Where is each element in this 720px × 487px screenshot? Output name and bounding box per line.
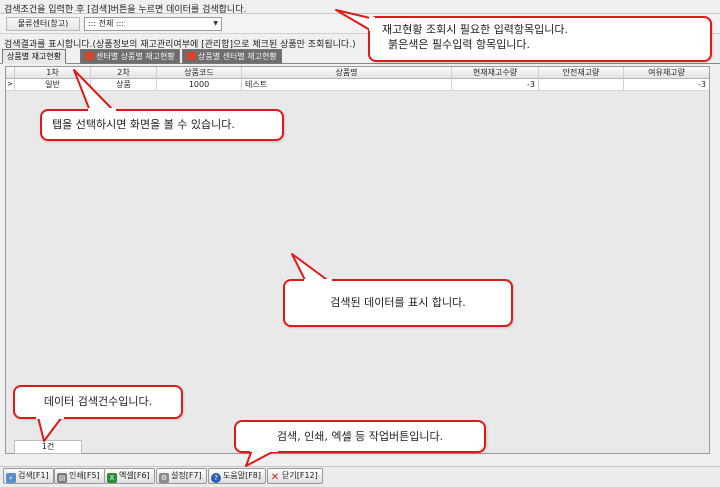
help-button-label: 도움말[F8] xyxy=(223,471,262,480)
gear-icon: ⚙ xyxy=(159,473,169,483)
header-indicator xyxy=(6,67,15,79)
callout-count: 데이터 검색건수입니다. xyxy=(13,385,183,419)
callout-text: 검색된 데이터를 표시 합니다. xyxy=(330,296,466,309)
row-indicator-icon: > xyxy=(6,79,15,91)
tab-product-center-stock[interactable]: 상품별 센터별 재고현황 xyxy=(182,49,282,64)
callout-text: 재고현황 조회시 필요한 입력항목입니다. xyxy=(382,23,569,36)
print-button[interactable]: ▤ 인쇄[F5] xyxy=(54,468,105,484)
chevron-down-icon: ▼ xyxy=(213,20,218,27)
table-icon xyxy=(85,52,94,60)
callout-text: 붉은색은 필수입력 항목입니다. xyxy=(388,38,531,51)
callout-pointer xyxy=(335,9,375,31)
callout-pointer xyxy=(36,415,64,442)
help-icon: ? xyxy=(211,473,221,483)
help-button[interactable]: ? 도움말[F8] xyxy=(208,468,267,484)
close-button-label: 닫기[F12] xyxy=(282,471,318,480)
callout-text: 데이터 검색건수입니다. xyxy=(43,395,153,408)
callout-pointer xyxy=(73,69,116,116)
settings-button[interactable]: ⚙ 설정[F7] xyxy=(156,468,207,484)
cell-product-code: 1000 xyxy=(157,79,242,91)
tab-label: 상품별 센터별 재고현황 xyxy=(198,52,277,61)
search-button[interactable]: ⌕ 검색[F1] xyxy=(3,468,54,484)
excel-button-label: 엑셀[F6] xyxy=(119,471,150,480)
tab-label: 센터별 상품별 재고현황 xyxy=(96,52,175,61)
settings-button-label: 설정[F7] xyxy=(171,471,202,480)
excel-button[interactable]: X 엑셀[F6] xyxy=(104,468,155,484)
excel-icon: X xyxy=(107,473,117,483)
printer-icon: ▤ xyxy=(57,473,67,483)
search-icon: ⌕ xyxy=(6,473,16,483)
callout-pointer xyxy=(291,253,332,287)
cell-safety-stock xyxy=(539,79,624,91)
cell-spare-stock: -3 xyxy=(698,80,706,89)
center-label: 물류센터(창고) xyxy=(6,17,80,31)
cell-product-name: 테스트 xyxy=(242,79,452,91)
callout-text: 검색, 인쇄, 엑셀 등 작업버튼입니다. xyxy=(276,430,444,443)
column-header[interactable]: 상품코드 xyxy=(157,67,242,79)
table-icon xyxy=(187,52,196,60)
tab-label: 상품별 재고현황 xyxy=(7,52,62,61)
column-header[interactable]: 상품명 xyxy=(242,67,452,79)
center-select-value: ::: 전체 ::: xyxy=(88,19,124,28)
column-header[interactable]: 안전재고량 xyxy=(539,67,624,79)
callout-text: 탭을 선택하시면 화면을 볼 수 있습니다. xyxy=(52,118,235,131)
tab-product-stock[interactable]: 상품별 재고현황 xyxy=(2,49,67,64)
center-select[interactable]: ::: 전체 ::: ▼ xyxy=(84,17,222,31)
tab-center-product-stock[interactable]: 센터별 상품별 재고현황 xyxy=(80,49,180,64)
column-header[interactable]: 현재재고수량 xyxy=(452,67,539,79)
print-button-label: 인쇄[F5] xyxy=(69,471,100,480)
cell-current-stock: -3 xyxy=(452,79,539,91)
callout-input-fields: 재고현황 조회시 필요한 입력항목입니다. 붉은색은 필수입력 항목입니다. xyxy=(368,16,712,62)
close-icon: ✕ xyxy=(270,472,280,483)
close-button[interactable]: ✕ 닫기[F12] xyxy=(267,468,323,484)
column-header[interactable]: 여유재고량 xyxy=(624,67,709,79)
search-button-label: 검색[F1] xyxy=(18,471,49,480)
callout-pointer xyxy=(245,448,278,467)
